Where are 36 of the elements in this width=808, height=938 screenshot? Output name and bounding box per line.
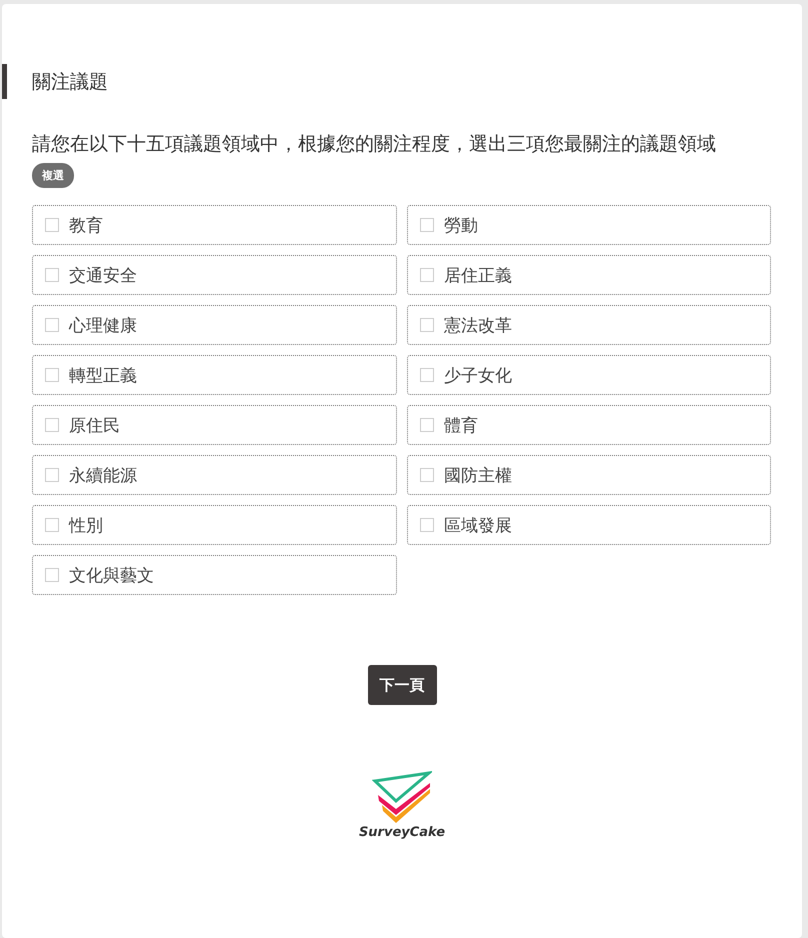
checkbox[interactable] [420, 418, 434, 432]
section-title: 關注議題 [32, 70, 108, 94]
checkbox[interactable] [45, 468, 59, 482]
checkbox[interactable] [45, 568, 59, 582]
option-checkbox[interactable]: 心理健康 [32, 305, 397, 345]
option-checkbox[interactable]: 勞動 [407, 205, 771, 245]
option-checkbox[interactable]: 居住正義 [407, 255, 771, 295]
option-checkbox[interactable]: 原住民 [32, 405, 397, 445]
option-checkbox[interactable]: 轉型正義 [32, 355, 397, 395]
next-page-button[interactable]: 下一頁 [368, 665, 436, 705]
option-checkbox[interactable]: 教育 [32, 205, 397, 245]
checkbox[interactable] [420, 368, 434, 382]
option-checkbox[interactable]: 憲法改革 [407, 305, 771, 345]
checkbox[interactable] [45, 368, 59, 382]
brand-name: SurveyCake [358, 825, 446, 840]
multi-select-tag: 複選 [32, 163, 74, 188]
checkbox[interactable] [420, 218, 434, 232]
option-checkbox[interactable]: 少子女化 [407, 355, 771, 395]
option-checkbox[interactable]: 文化與藝文 [32, 555, 397, 595]
checkbox[interactable] [45, 418, 59, 432]
checkbox[interactable] [420, 268, 434, 282]
checkbox[interactable] [45, 318, 59, 332]
option-checkbox[interactable]: 性別 [32, 505, 397, 545]
option-checkbox[interactable]: 交通安全 [32, 255, 397, 295]
checkbox[interactable] [420, 468, 434, 482]
option-checkbox[interactable]: 國防主權 [407, 455, 771, 495]
checkbox[interactable] [420, 518, 434, 532]
checkbox[interactable] [45, 218, 59, 232]
checkbox[interactable] [420, 318, 434, 332]
option-checkbox[interactable]: 區域發展 [407, 505, 771, 545]
checkbox[interactable] [45, 268, 59, 282]
option-checkbox[interactable]: 體育 [407, 405, 771, 445]
question-text: 請您在以下十五項議題領域中，根據您的關注程度，選出三項您最關注的議題領域 [32, 132, 717, 157]
logo-icon [372, 771, 432, 825]
checkbox[interactable] [45, 518, 59, 532]
option-checkbox[interactable]: 永續能源 [32, 455, 397, 495]
